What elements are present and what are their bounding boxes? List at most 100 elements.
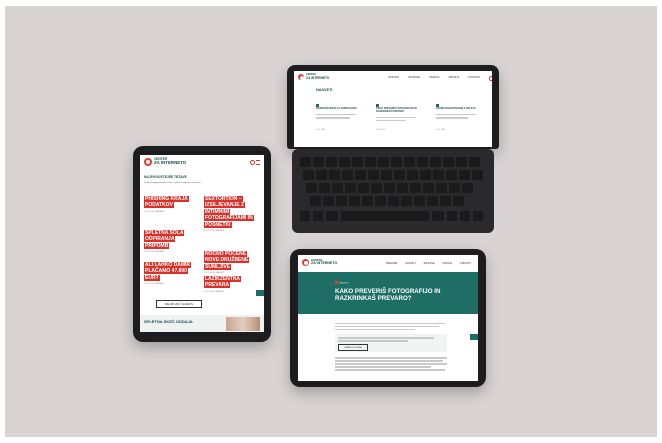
site-logo[interactable]: CENTER ZA INTERNETO <box>311 259 337 266</box>
nav-item[interactable]: KONTAKT <box>460 262 471 266</box>
key[interactable] <box>362 196 373 206</box>
site-logo-icon[interactable] <box>302 259 309 266</box>
image-search-button[interactable]: ISKANJE PO SLIKAH <box>338 344 368 352</box>
nav-item[interactable]: NASVETI <box>405 262 415 266</box>
nav-item[interactable]: PREVARE <box>386 262 397 266</box>
key[interactable] <box>459 170 470 180</box>
nav-item[interactable]: NASVETI <box>388 76 399 81</box>
key[interactable] <box>300 157 311 167</box>
key[interactable] <box>316 170 327 180</box>
key[interactable] <box>427 196 438 206</box>
key[interactable] <box>326 157 337 167</box>
key[interactable] <box>303 170 314 180</box>
key[interactable] <box>446 170 457 180</box>
article-card[interactable]: SPLETNA ŠOLA ODPIRANJA PRIPOMB 3. 10. 20… <box>144 230 198 253</box>
key[interactable] <box>349 196 360 206</box>
key[interactable] <box>345 183 356 193</box>
key[interactable] <box>449 183 460 193</box>
key[interactable] <box>365 157 376 167</box>
tip-card[interactable]: VARNO NAKUPOVANJE V SPLETU 3. 10. 2020 <box>436 104 482 131</box>
card-title[interactable]: VARNO NAKUPOVANJE V SPLETU <box>436 107 482 111</box>
nav-item[interactable]: ODDAJA <box>429 76 440 81</box>
article-title[interactable]: PHISHING KRAJA PODATKOV <box>144 196 189 209</box>
key[interactable] <box>462 183 473 193</box>
key[interactable] <box>440 196 451 206</box>
key[interactable] <box>323 196 334 206</box>
key[interactable] <box>423 183 434 193</box>
key[interactable] <box>358 183 369 193</box>
key[interactable] <box>430 157 441 167</box>
key[interactable] <box>473 211 483 221</box>
key[interactable] <box>391 157 402 167</box>
key[interactable] <box>332 183 343 193</box>
nav-item[interactable]: ORODJA <box>448 76 459 81</box>
key[interactable] <box>417 157 428 167</box>
article-card[interactable]: LAŽIKZENTNA PREVARA 3. 10. 2020 | NASVET… <box>204 276 260 293</box>
key[interactable] <box>433 170 444 180</box>
key[interactable] <box>414 196 425 206</box>
key[interactable] <box>310 196 321 206</box>
article-title[interactable]: SEXTORTION – IZSILJEVANJE Z INTIMNIMI FO… <box>204 196 254 228</box>
nav-item[interactable]: SPLETNE <box>423 262 434 266</box>
key[interactable] <box>410 183 421 193</box>
key[interactable] <box>407 170 418 180</box>
site-logo[interactable]: CENTER ZA INTERNETO <box>306 73 329 79</box>
key[interactable] <box>336 196 347 206</box>
load-more-button[interactable]: NALOŽI VEČ ČLANKOV <box>156 300 202 308</box>
article-card[interactable]: ALI LAHKO DAMIR PLAČAMO 47.800 EUR? 3. 1… <box>144 262 198 285</box>
key[interactable] <box>375 196 386 206</box>
tip-card[interactable]: KAKO PREVERIŠ FOTOGRAFIJO IN RAZKRINKAŠ … <box>376 104 422 131</box>
search-icon[interactable] <box>250 160 255 165</box>
key[interactable] <box>460 211 470 221</box>
key[interactable] <box>326 211 338 221</box>
article-title[interactable]: NOČNO POČENE NOVE DRUŽBENE SUMLJIVE <box>204 251 250 270</box>
key[interactable] <box>319 183 330 193</box>
article-card[interactable]: NOČNO POČENE NOVE DRUŽBENE SUMLJIVE 3. 1… <box>204 251 260 274</box>
key[interactable] <box>388 196 399 206</box>
article-title[interactable]: ALI LAHKO DAMIR PLAČAMO 47.800 EUR? <box>144 262 191 281</box>
key[interactable] <box>404 157 415 167</box>
key[interactable] <box>329 170 340 180</box>
spacebar[interactable] <box>341 211 429 221</box>
card-title[interactable]: KAKO PREVERIŠ FOTOGRAFIJO IN RAZKRINKAŠ … <box>376 107 422 114</box>
key[interactable] <box>394 170 405 180</box>
key[interactable] <box>420 170 431 180</box>
key[interactable] <box>472 170 483 180</box>
menu-icon[interactable] <box>256 160 260 165</box>
site-logo-icon[interactable] <box>298 74 304 80</box>
video-thumbnail[interactable] <box>226 317 260 331</box>
site-logo-icon[interactable] <box>144 158 152 166</box>
key[interactable] <box>384 183 395 193</box>
key[interactable] <box>313 157 324 167</box>
tip-card[interactable]: IZOBRAŽEVANJE ZA VARNO RABO 3. 10. 2020 <box>316 104 362 131</box>
chat-icon[interactable] <box>256 290 264 296</box>
key[interactable] <box>339 157 350 167</box>
nav-item[interactable]: ODDAJA <box>442 262 452 266</box>
site-logo[interactable]: CENTER ZA INTERNETO <box>154 157 186 166</box>
article-card[interactable]: PHISHING KRAJA PODATKOV 3. 10. 2020 | NA… <box>144 196 198 213</box>
key[interactable] <box>381 170 392 180</box>
key[interactable] <box>306 183 317 193</box>
key[interactable] <box>443 157 454 167</box>
article-card[interactable]: SEXTORTION – IZSILJEVANJE Z INTIMNIMI FO… <box>204 196 260 232</box>
key[interactable] <box>456 157 467 167</box>
key[interactable] <box>355 170 366 180</box>
card-title[interactable]: IZOBRAŽEVANJE ZA VARNO RABO <box>316 107 362 111</box>
key[interactable] <box>397 183 408 193</box>
key[interactable] <box>401 196 412 206</box>
nav-item[interactable]: SPLETNE <box>408 76 420 81</box>
search-icon[interactable] <box>489 76 492 81</box>
key[interactable] <box>371 183 382 193</box>
key[interactable] <box>436 183 447 193</box>
key[interactable] <box>313 211 323 221</box>
category-tag[interactable]: NASVETI <box>335 281 349 285</box>
key[interactable] <box>447 211 457 221</box>
article-title[interactable]: SPLETNA ŠOLA ODPIRANJA PRIPOMB <box>144 230 185 249</box>
key[interactable] <box>453 196 464 206</box>
key[interactable] <box>378 157 389 167</box>
chat-icon[interactable] <box>470 334 478 340</box>
nav-item[interactable]: KONTAKT <box>468 76 480 81</box>
key[interactable] <box>368 170 379 180</box>
article-title[interactable]: LAŽIKZENTNA PREVARA <box>204 276 241 289</box>
key[interactable] <box>342 170 353 180</box>
